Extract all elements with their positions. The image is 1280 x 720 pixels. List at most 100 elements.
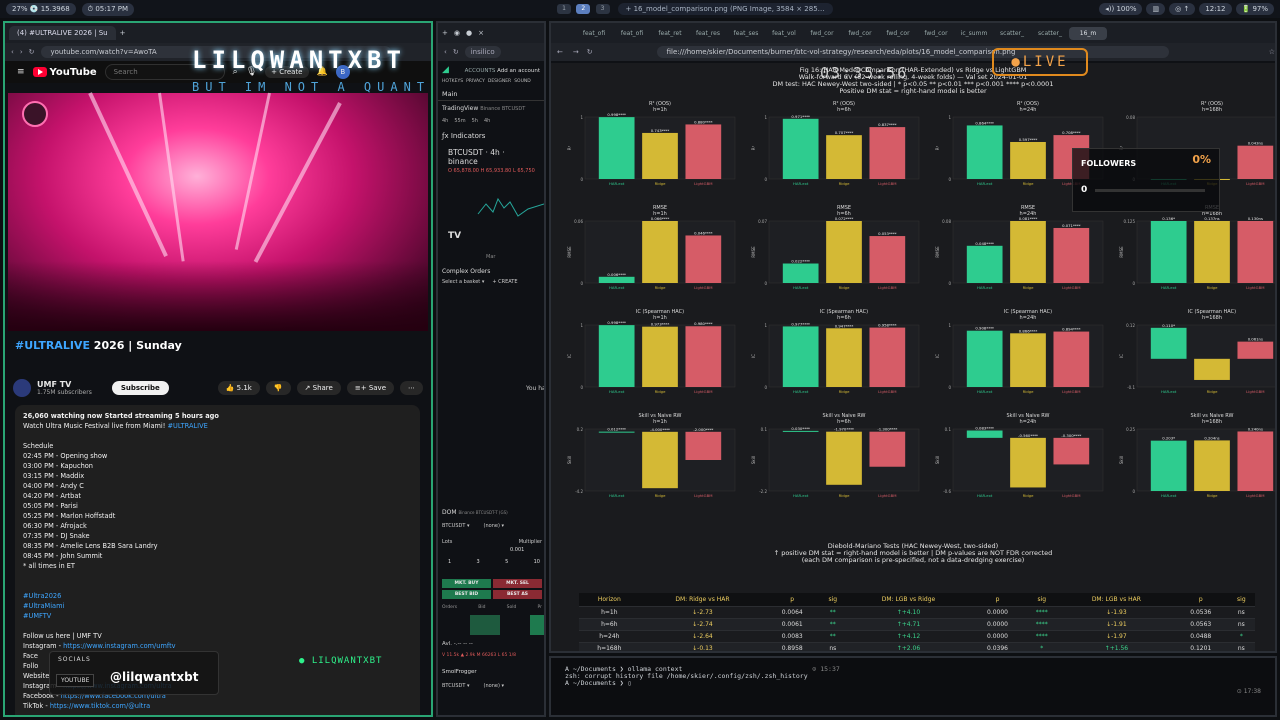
reload-icon[interactable]: ↻ <box>453 48 459 56</box>
interval-button[interactable]: 4h <box>484 118 490 124</box>
basket-select[interactable]: Select a basket ▾ <box>442 279 484 285</box>
image-tab[interactable]: feat_ses <box>727 27 765 40</box>
x-tick-label: Ridge <box>1023 181 1035 186</box>
back-icon[interactable]: ← <box>551 48 569 56</box>
channel-avatar[interactable] <box>13 379 31 397</box>
image-tab[interactable]: fwd_cor <box>917 27 955 40</box>
interval-button[interactable]: 5h <box>472 118 478 124</box>
dislike-button[interactable]: 👎 <box>265 381 291 395</box>
close-icon[interactable]: × <box>478 29 484 37</box>
image-url-field[interactable]: file:///home/skier/Documents/burner/btc-… <box>656 46 1169 58</box>
follow-link[interactable]: https://www.tiktok.com/@ultra <box>50 702 150 710</box>
best-ask-button[interactable]: BEST AS <box>493 590 542 599</box>
dom-symbol-select[interactable]: BTCUSDT ▾ <box>442 523 470 529</box>
workspace-switcher[interactable]: 1 2 3 <box>554 4 610 14</box>
image-tab[interactable]: feat_ofi <box>575 27 613 40</box>
video-player[interactable] <box>8 92 428 331</box>
interval-button[interactable]: 4h <box>442 118 448 124</box>
image-tab[interactable]: 16_m <box>1069 26 1107 40</box>
save-button[interactable]: ≡+ Save <box>346 381 394 395</box>
reload-icon[interactable]: ↻ <box>583 48 597 56</box>
create-basket-button[interactable]: + CREATE <box>492 279 517 285</box>
back-icon[interactable]: ‹ <box>11 48 14 56</box>
github-icon[interactable]: ● <box>466 29 472 37</box>
x-tick-label: LightGBM <box>1246 285 1264 290</box>
socials-handle: @lilqwantxbt <box>110 670 199 684</box>
lots-row: Lots Multiplier <box>442 539 542 545</box>
share-button[interactable]: ↗ Share <box>296 381 341 395</box>
forward-icon[interactable]: › <box>20 48 23 56</box>
workspace-3[interactable]: 3 <box>595 4 610 14</box>
menu-icon[interactable]: ≡ <box>17 67 25 77</box>
bar <box>685 326 722 387</box>
bar <box>1150 221 1187 283</box>
smol-account-select[interactable]: (none) ▾ <box>484 683 504 689</box>
multiplier-value[interactable]: 0.001 <box>510 547 524 553</box>
yt-browser-tab[interactable]: (4) #ULTRALIVE 2026 | Su <box>9 26 116 40</box>
like-button[interactable]: 👍 5.1k <box>217 381 260 395</box>
tv-url[interactable]: insilico <box>464 46 501 58</box>
network-indicator[interactable]: ▥ <box>1146 3 1166 15</box>
upload-indicator[interactable]: ◎ ↑ <box>1169 3 1196 15</box>
add-account-button[interactable]: Add an account <box>497 68 540 74</box>
accounts-tab[interactable]: ACCOUNTS <box>465 68 496 74</box>
x-tick-label: Ridge <box>839 389 851 394</box>
workspace-2[interactable]: 2 <box>576 4 591 14</box>
hotkeys-tab[interactable]: HOTKEYS <box>442 79 463 84</box>
image-tab[interactable]: fwd_cor <box>879 27 917 40</box>
image-tab[interactable]: feat_vol <box>765 27 803 40</box>
workspace-1[interactable]: 1 <box>557 4 572 14</box>
data-label: 0.980**** <box>694 321 713 326</box>
dom-account-select[interactable]: (none) ▾ <box>484 523 504 529</box>
image-tab[interactable]: fwd_cor <box>803 27 841 40</box>
forward-icon[interactable]: → <box>569 48 583 56</box>
bookmark-icon[interactable]: ☆ <box>1269 48 1275 56</box>
image-tab[interactable]: fwd_cor <box>841 27 879 40</box>
sound-tab[interactable]: SOUND <box>514 79 531 84</box>
terminal-window[interactable]: A ~/Documents ❯ ollama context ⊙ 15:37 zs… <box>549 656 1277 717</box>
desc-hashtag-link[interactable]: #ULTRALIVE <box>168 422 208 430</box>
image-tab[interactable]: feat_ofi <box>613 27 651 40</box>
interval-button[interactable]: 55m <box>454 118 465 124</box>
best-bid-button[interactable]: BEST BID <box>442 590 491 599</box>
new-tab-icon[interactable]: + <box>120 29 126 37</box>
lot-step-button[interactable]: 10 <box>534 559 540 565</box>
market-sell-button[interactable]: MKT. SEL <box>493 579 542 588</box>
image-tab[interactable]: scatter_ <box>993 27 1031 40</box>
channel-name[interactable]: UMF TV <box>37 380 92 389</box>
tv-header: ◢ ACCOUNTS Add an account <box>438 61 544 79</box>
image-tab[interactable]: scatter_ <box>1031 27 1069 40</box>
subscribe-button[interactable]: Subscribe <box>111 381 169 395</box>
bar <box>685 124 722 179</box>
chrome-icon[interactable]: ◉ <box>454 29 460 37</box>
subplot-subtitle: h=168h <box>1202 315 1222 321</box>
price-chart[interactable]: TV <box>438 174 544 254</box>
dm-table-cell: **** <box>1024 618 1060 631</box>
terminal-prompt[interactable]: A ~/Documents ❯ ▯ <box>565 680 1261 687</box>
tray-time: 12:12 <box>1199 3 1232 15</box>
hashtag-link[interactable]: #Ultra2026 <box>23 591 412 601</box>
x-tick-label: Ridge <box>1207 389 1219 394</box>
back-icon[interactable]: ‹ <box>444 48 447 56</box>
lot-step-button[interactable]: 5 <box>505 559 508 565</box>
indicators-button[interactable]: ƒx Indicators <box>438 126 544 146</box>
image-tab[interactable]: feat_res <box>689 27 727 40</box>
more-icon[interactable]: ⋯ <box>400 381 423 395</box>
hashtag-link[interactable]: #UMFTV <box>23 611 412 621</box>
image-tab[interactable]: ic_summ <box>955 27 993 40</box>
volume-indicator[interactable]: ◂)) 100% <box>1099 3 1143 15</box>
privacy-tab[interactable]: PRIVACY <box>466 79 485 84</box>
youtube-logo[interactable]: YouTube <box>32 67 97 78</box>
lot-step-button[interactable]: 1 <box>448 559 451 565</box>
follow-link[interactable]: https://www.instagram.com/umftv <box>63 642 175 650</box>
designer-tab[interactable]: DESIGNER <box>488 79 511 84</box>
hashtag-link[interactable]: #UltraMiami <box>23 601 412 611</box>
market-buy-button[interactable]: MKT. BUY <box>442 579 491 588</box>
smol-symbol-select[interactable]: BTCUSDT ▾ <box>442 683 470 689</box>
y-tick-label: 0.1 <box>945 427 952 432</box>
bar <box>782 263 819 283</box>
reload-icon[interactable]: ↻ <box>29 48 35 56</box>
image-tab[interactable]: feat_ret <box>651 27 689 40</box>
lot-step-button[interactable]: 3 <box>477 559 480 565</box>
add-tab-icon[interactable]: + <box>442 29 448 37</box>
